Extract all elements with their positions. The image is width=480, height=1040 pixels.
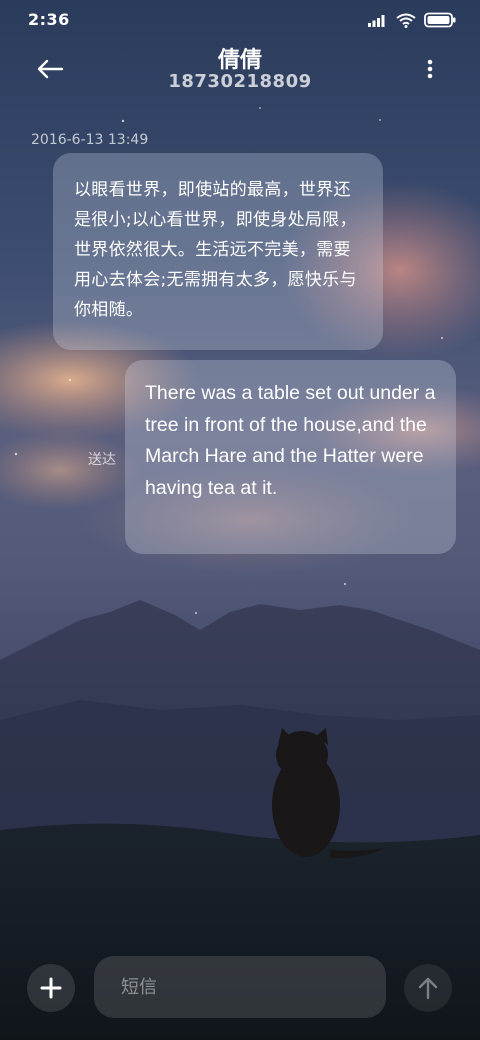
signal-icon xyxy=(368,15,385,27)
incoming-message-bubble[interactable]: 以眼看世界，即使站的最高，世界还是很小;以心看世界，即使身处局限，世界依然很大。… xyxy=(53,153,383,350)
more-vertical-icon xyxy=(427,59,433,79)
more-options-button[interactable] xyxy=(416,55,444,83)
outgoing-message-bubble[interactable]: There was a table set out under a tree i… xyxy=(125,360,456,554)
send-button[interactable] xyxy=(404,964,452,1012)
add-attachment-button[interactable] xyxy=(27,964,75,1012)
contact-phone-number: 18730218809 xyxy=(168,71,312,92)
contact-name: 倩倩 xyxy=(217,48,262,73)
message-input[interactable] xyxy=(94,956,386,1018)
incoming-message-text: 以眼看世界，即使站的最高，世界还是很小;以心看世界，即使身处局限，世界依然很大。… xyxy=(74,180,357,320)
plus-icon xyxy=(40,977,62,999)
status-icons xyxy=(368,12,456,28)
wifi-icon xyxy=(396,13,416,28)
status-time: 2:36 xyxy=(28,10,70,29)
delivery-status: 送达 xyxy=(88,452,116,468)
send-arrow-up-icon xyxy=(418,977,438,1000)
message-timestamp: 2016-6-13 13:49 xyxy=(31,132,149,148)
outgoing-message-text: There was a table set out under a tree i… xyxy=(145,382,436,499)
battery-icon xyxy=(424,12,456,28)
